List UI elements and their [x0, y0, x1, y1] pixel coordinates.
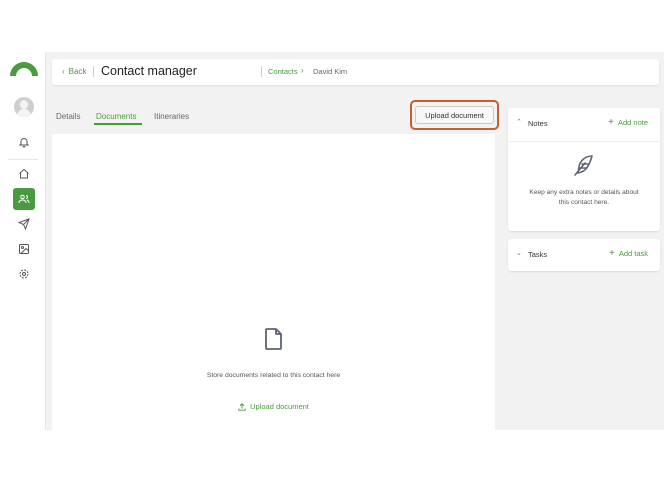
- logo[interactable]: [10, 62, 38, 76]
- home-icon[interactable]: [13, 163, 35, 185]
- header-bar: ‹ Back Contact manager Contacts › David …: [52, 59, 659, 85]
- add-note-label: Add note: [617, 118, 648, 127]
- documents-panel: Store documents related to this contact …: [52, 134, 495, 430]
- settings-icon[interactable]: [13, 263, 35, 285]
- tasks-card: ⌄ Tasks + Add task: [508, 239, 660, 271]
- tab-details[interactable]: Details: [56, 112, 80, 121]
- chevron-right-icon: ›: [301, 66, 304, 75]
- tab-itineraries[interactable]: Itineraries: [154, 112, 189, 121]
- send-icon[interactable]: [13, 213, 35, 235]
- add-task-button[interactable]: + Add task: [608, 247, 648, 259]
- breadcrumb-current: David Kim: [313, 67, 348, 76]
- tasks-header[interactable]: ⌄ Tasks + Add task: [508, 239, 660, 269]
- header-divider: [261, 66, 262, 77]
- chevron-up-icon[interactable]: ⌃: [516, 118, 522, 126]
- notes-empty-text: Keep any extra notes or details about th…: [529, 189, 639, 206]
- add-task-label: Add task: [618, 249, 648, 258]
- chevron-left-icon: ‹: [62, 67, 65, 76]
- contacts-icon[interactable]: [13, 188, 35, 210]
- back-label: Back: [68, 67, 87, 76]
- upload-document-link[interactable]: Upload document: [52, 402, 495, 411]
- tab-documents[interactable]: Documents: [96, 112, 136, 121]
- documents-empty-text: Store documents related to this contact …: [206, 372, 341, 379]
- upload-link-label: Upload document: [250, 402, 309, 411]
- plus-icon: +: [608, 116, 614, 128]
- add-note-button[interactable]: + Add note: [608, 116, 648, 128]
- upload-document-button[interactable]: Upload document: [415, 106, 494, 124]
- notes-header[interactable]: ⌃ Notes + Add note: [508, 108, 660, 138]
- bell-icon[interactable]: [13, 131, 35, 153]
- avatar[interactable]: [14, 97, 34, 117]
- feather-icon: [574, 155, 593, 176]
- sidebar: [0, 52, 46, 430]
- image-icon[interactable]: [13, 238, 35, 260]
- notes-title: Notes: [528, 119, 548, 128]
- header-divider: [93, 66, 94, 77]
- chevron-down-icon[interactable]: ⌄: [516, 249, 522, 257]
- upload-icon: [238, 402, 246, 411]
- page-title: Contact manager: [101, 64, 197, 78]
- active-tab-indicator: [94, 123, 142, 125]
- card-divider: [508, 141, 660, 142]
- plus-icon: +: [608, 247, 615, 259]
- sidebar-divider: [8, 159, 38, 160]
- tasks-title: Tasks: [528, 250, 548, 259]
- document-icon: [265, 328, 282, 350]
- breadcrumb-contacts[interactable]: Contacts: [268, 67, 298, 76]
- app-shell: ‹ Back Contact manager Contacts › David …: [0, 52, 664, 430]
- notes-card: ⌃ Notes + Add note Keep any extra notes …: [508, 108, 660, 231]
- back-button[interactable]: ‹ Back: [62, 67, 86, 76]
